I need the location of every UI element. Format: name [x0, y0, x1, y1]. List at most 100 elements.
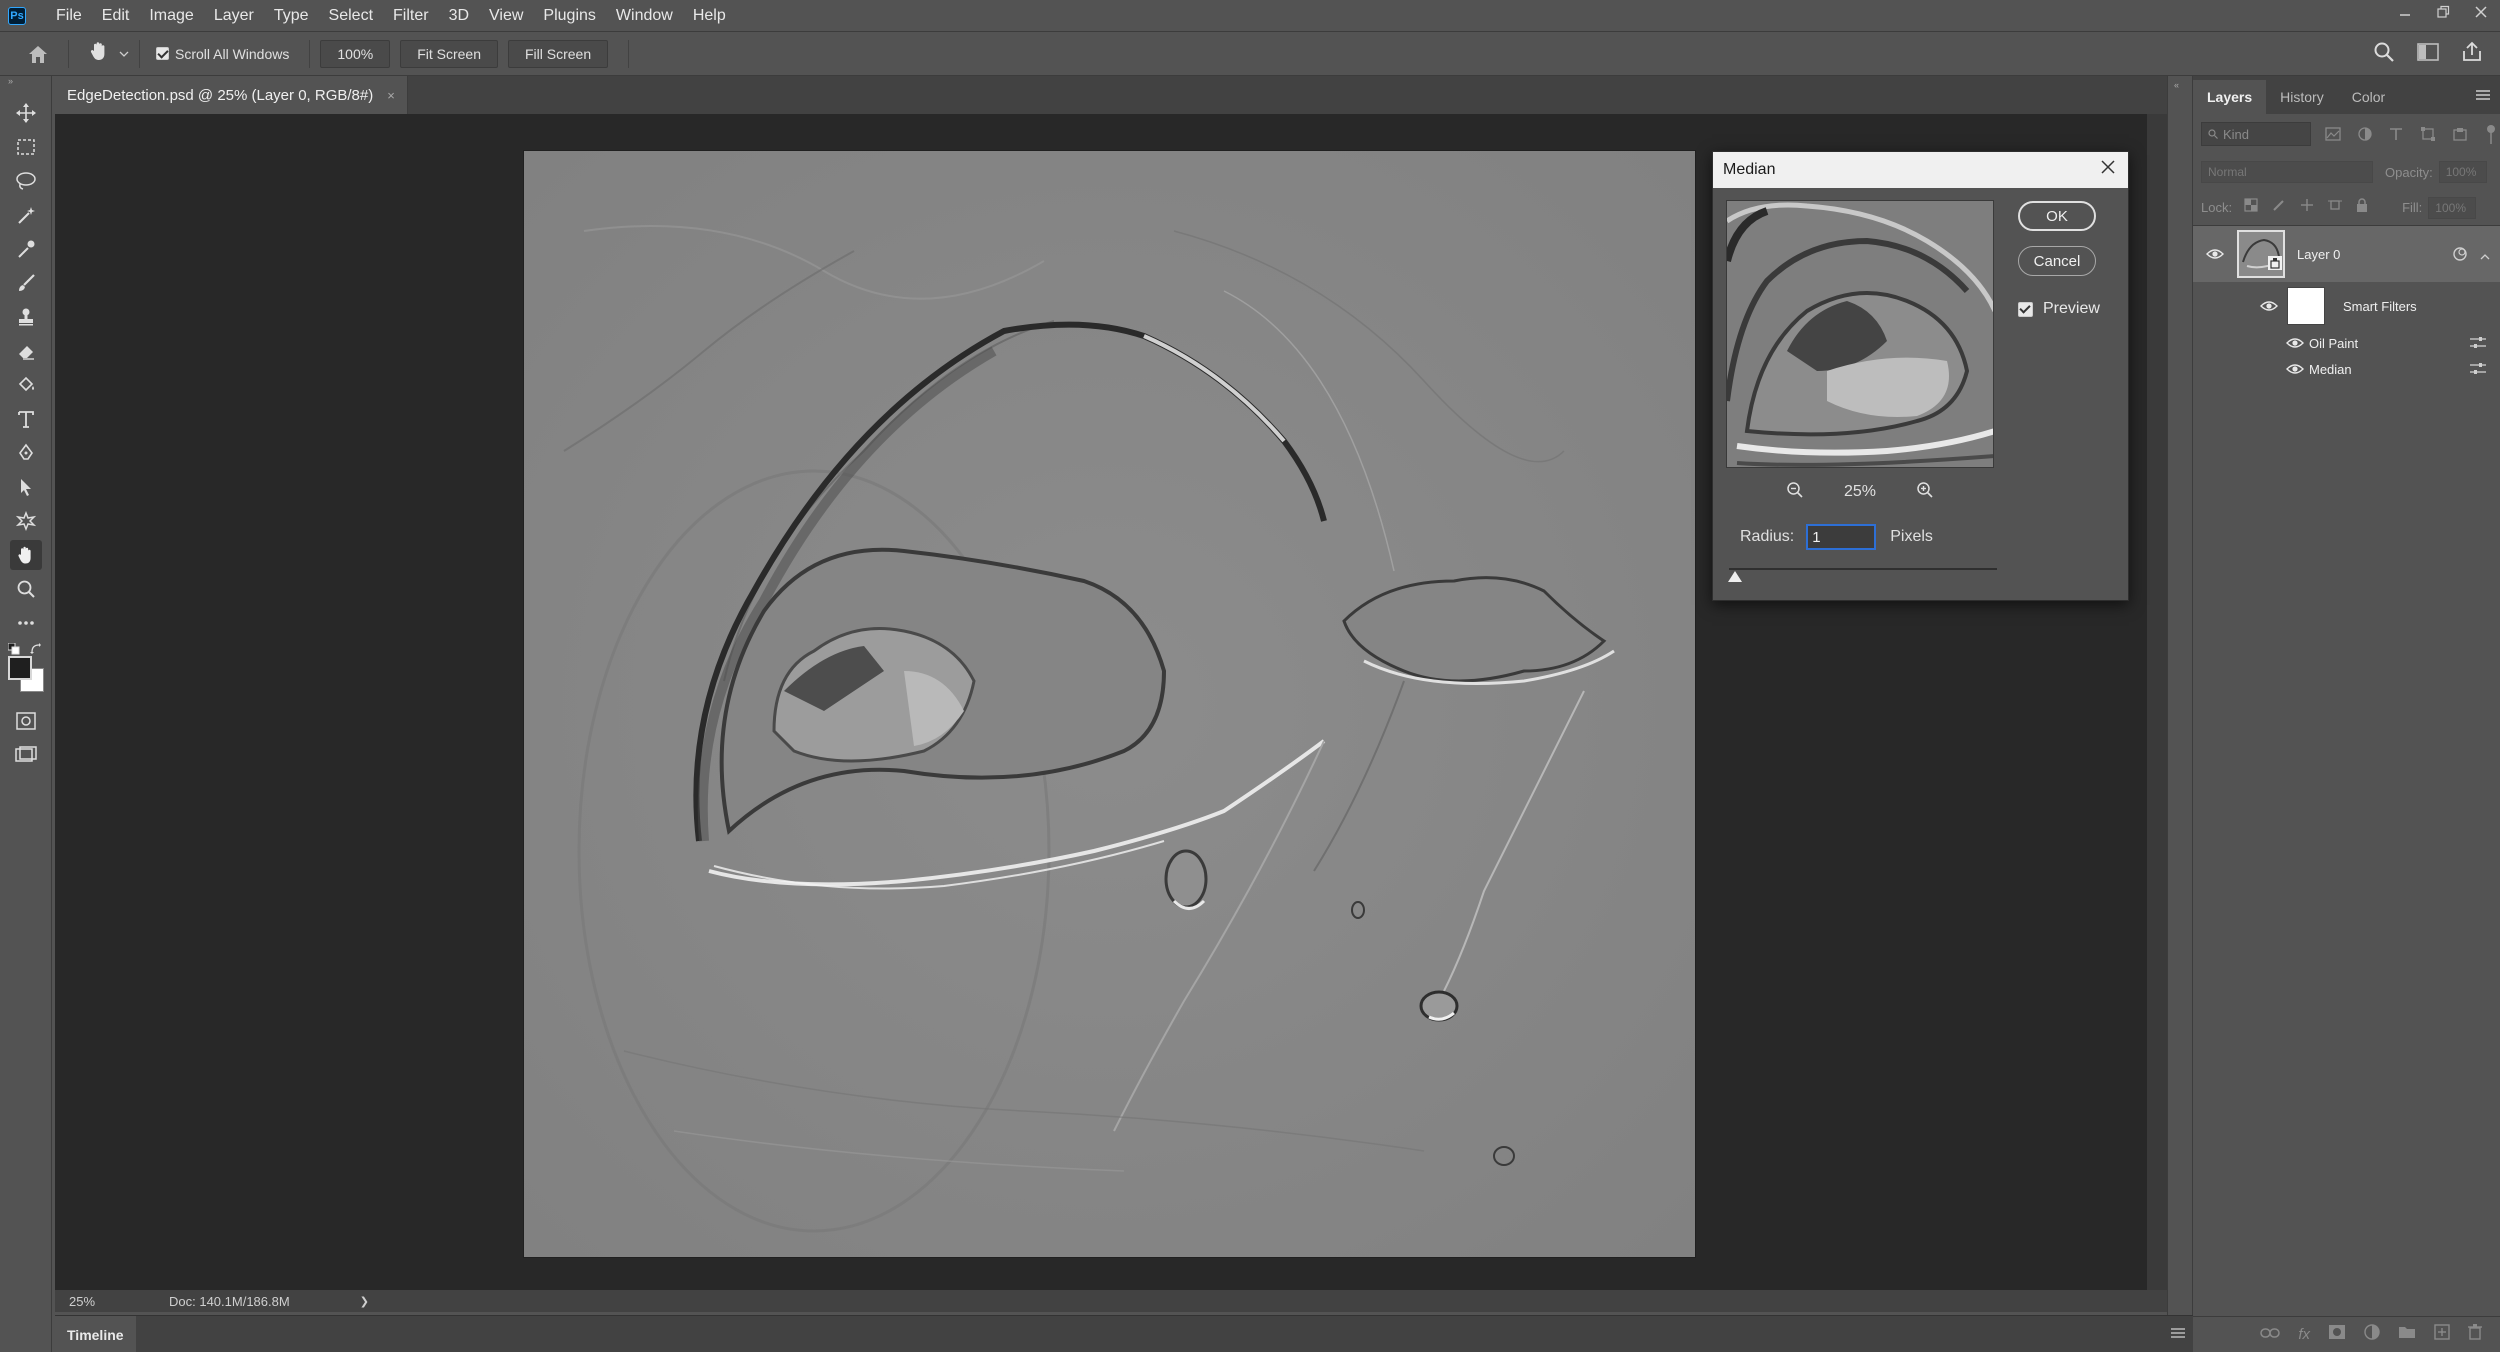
lock-paint-icon[interactable] [2272, 198, 2286, 217]
tab-layers[interactable]: Layers [2193, 80, 2267, 114]
document-tab[interactable]: EdgeDetection.psd @ 25% (Layer 0, RGB/8#… [55, 76, 408, 114]
status-zoom[interactable]: 25% [69, 1294, 129, 1309]
zoom-100-button[interactable]: 100% [320, 39, 391, 68]
more-tools-icon[interactable] [0, 606, 52, 640]
menu-select[interactable]: Select [319, 0, 383, 31]
visibility-eye-icon[interactable] [2203, 244, 2227, 264]
menu-layer[interactable]: Layer [204, 0, 264, 31]
opacity-input[interactable]: 100% [2438, 161, 2487, 183]
eraser-tool-icon[interactable] [0, 334, 52, 368]
tool-preset-picker[interactable] [87, 39, 129, 68]
smart-object-filter-icon[interactable] [2451, 125, 2469, 143]
menu-image[interactable]: Image [139, 0, 203, 31]
fx-icon[interactable]: fx [2298, 1326, 2310, 1343]
minimize-icon[interactable] [2386, 0, 2424, 24]
status-menu-arrow-icon[interactable]: ❯ [360, 1295, 369, 1308]
blend-mode-select[interactable]: Normal [2201, 161, 2373, 183]
layer-name-oil-paint[interactable]: Oil Paint [2309, 336, 2358, 351]
layer-row-layer-0[interactable]: Layer 0 [2193, 226, 2500, 282]
preview-checkbox[interactable]: Preview [2018, 300, 2100, 318]
zoom-out-icon[interactable] [1786, 481, 1804, 504]
toolbar-collapse-icon[interactable]: » [0, 76, 51, 86]
lock-all-icon[interactable] [2356, 198, 2368, 217]
path-selection-tool-icon[interactable] [0, 470, 52, 504]
new-group-icon[interactable] [2398, 1325, 2416, 1344]
menu-filter[interactable]: Filter [383, 0, 439, 31]
panel-menu-icon[interactable] [2476, 88, 2490, 104]
blending-options-icon[interactable] [2470, 362, 2486, 381]
eyedropper-tool-icon[interactable] [0, 232, 52, 266]
share-icon[interactable] [2460, 40, 2484, 69]
lasso-tool-icon[interactable] [0, 164, 52, 198]
menu-plugins[interactable]: Plugins [533, 0, 605, 31]
screen-mode-icon[interactable] [0, 738, 52, 772]
magic-wand-tool-icon[interactable] [0, 198, 52, 232]
menu-edit[interactable]: Edit [92, 0, 140, 31]
document-scrollbar[interactable] [2147, 114, 2167, 1290]
tab-color[interactable]: Color [2338, 80, 2399, 114]
menu-file[interactable]: File [46, 0, 92, 31]
filter-preview-window[interactable] [1726, 200, 1994, 468]
workspace-icon[interactable] [2416, 40, 2440, 69]
menu-view[interactable]: View [479, 0, 533, 31]
lock-transparent-icon[interactable] [2244, 198, 2258, 217]
shape-filter-icon[interactable] [2419, 125, 2437, 143]
lock-artboard-icon[interactable] [2328, 198, 2343, 217]
menu-type[interactable]: Type [264, 0, 319, 31]
custom-shape-tool-icon[interactable] [0, 504, 52, 538]
close-icon[interactable] [2100, 158, 2116, 181]
fill-input[interactable]: 100% [2428, 196, 2477, 219]
fill-screen-button[interactable]: Fill Screen [508, 39, 609, 68]
zoom-in-icon[interactable] [1916, 481, 1934, 504]
visibility-eye-icon[interactable] [2257, 296, 2281, 316]
ok-button[interactable]: OK [2018, 201, 2096, 231]
type-tool-icon[interactable] [0, 402, 52, 436]
new-adjustment-layer-icon[interactable] [2364, 1324, 2380, 1345]
chevron-up-icon[interactable] [2480, 248, 2490, 266]
layer-row-median[interactable]: Median [2193, 356, 2500, 382]
filter-toggle-icon[interactable] [2482, 125, 2500, 144]
home-icon[interactable] [18, 34, 58, 74]
fit-screen-button[interactable]: Fit Screen [400, 39, 498, 68]
filter-mask-thumbnail[interactable] [2287, 287, 2325, 325]
lock-move-icon[interactable] [2300, 198, 2314, 217]
pixel-filter-icon[interactable] [2325, 125, 2343, 143]
panel-menu-icon[interactable] [2171, 1326, 2185, 1344]
delete-layer-icon[interactable] [2468, 1324, 2482, 1345]
search-icon[interactable] [2372, 40, 2396, 69]
radius-slider[interactable] [1728, 568, 1997, 582]
canvas-image[interactable] [524, 151, 1695, 1257]
scroll-all-windows-checkbox[interactable]: Scroll All Windows [156, 46, 289, 62]
visibility-eye-icon[interactable] [2283, 333, 2307, 353]
visibility-eye-icon[interactable] [2283, 359, 2307, 379]
zoom-tool-icon[interactable] [0, 572, 52, 606]
quick-mask-icon[interactable] [0, 704, 52, 738]
layer-row-oil-paint[interactable]: Oil Paint [2193, 330, 2500, 356]
marquee-tool-icon[interactable] [0, 130, 52, 164]
type-filter-icon[interactable] [2388, 125, 2406, 143]
link-layers-icon[interactable] [2260, 1326, 2281, 1344]
slider-thumb[interactable] [1728, 571, 1742, 582]
stamp-tool-icon[interactable] [0, 300, 52, 334]
brush-tool-icon[interactable] [0, 266, 52, 300]
pen-tool-icon[interactable] [0, 436, 52, 470]
kind-filter-select[interactable]: Kind [2201, 122, 2311, 146]
smart-filter-options-icon[interactable] [2452, 246, 2468, 267]
move-tool-icon[interactable] [0, 96, 52, 130]
dialog-titlebar[interactable]: Median [1713, 152, 2128, 188]
adjustment-filter-icon[interactable] [2356, 125, 2374, 143]
foreground-color-swatch[interactable] [8, 656, 32, 680]
close-icon[interactable]: × [387, 88, 395, 103]
cancel-button[interactable]: Cancel [2018, 246, 2096, 276]
layer-row-smart-filters[interactable]: Smart Filters [2193, 282, 2500, 330]
menu-help[interactable]: Help [683, 0, 736, 31]
restore-icon[interactable] [2424, 0, 2462, 24]
timeline-tab[interactable]: Timeline [55, 1316, 136, 1352]
layer-name-median[interactable]: Median [2309, 362, 2352, 377]
add-mask-icon[interactable] [2328, 1324, 2346, 1345]
menu-window[interactable]: Window [606, 0, 683, 31]
blending-options-icon[interactable] [2470, 336, 2486, 355]
radius-input[interactable] [1806, 524, 1877, 550]
close-icon[interactable] [2462, 0, 2500, 24]
hand-tool-icon[interactable] [0, 538, 52, 572]
